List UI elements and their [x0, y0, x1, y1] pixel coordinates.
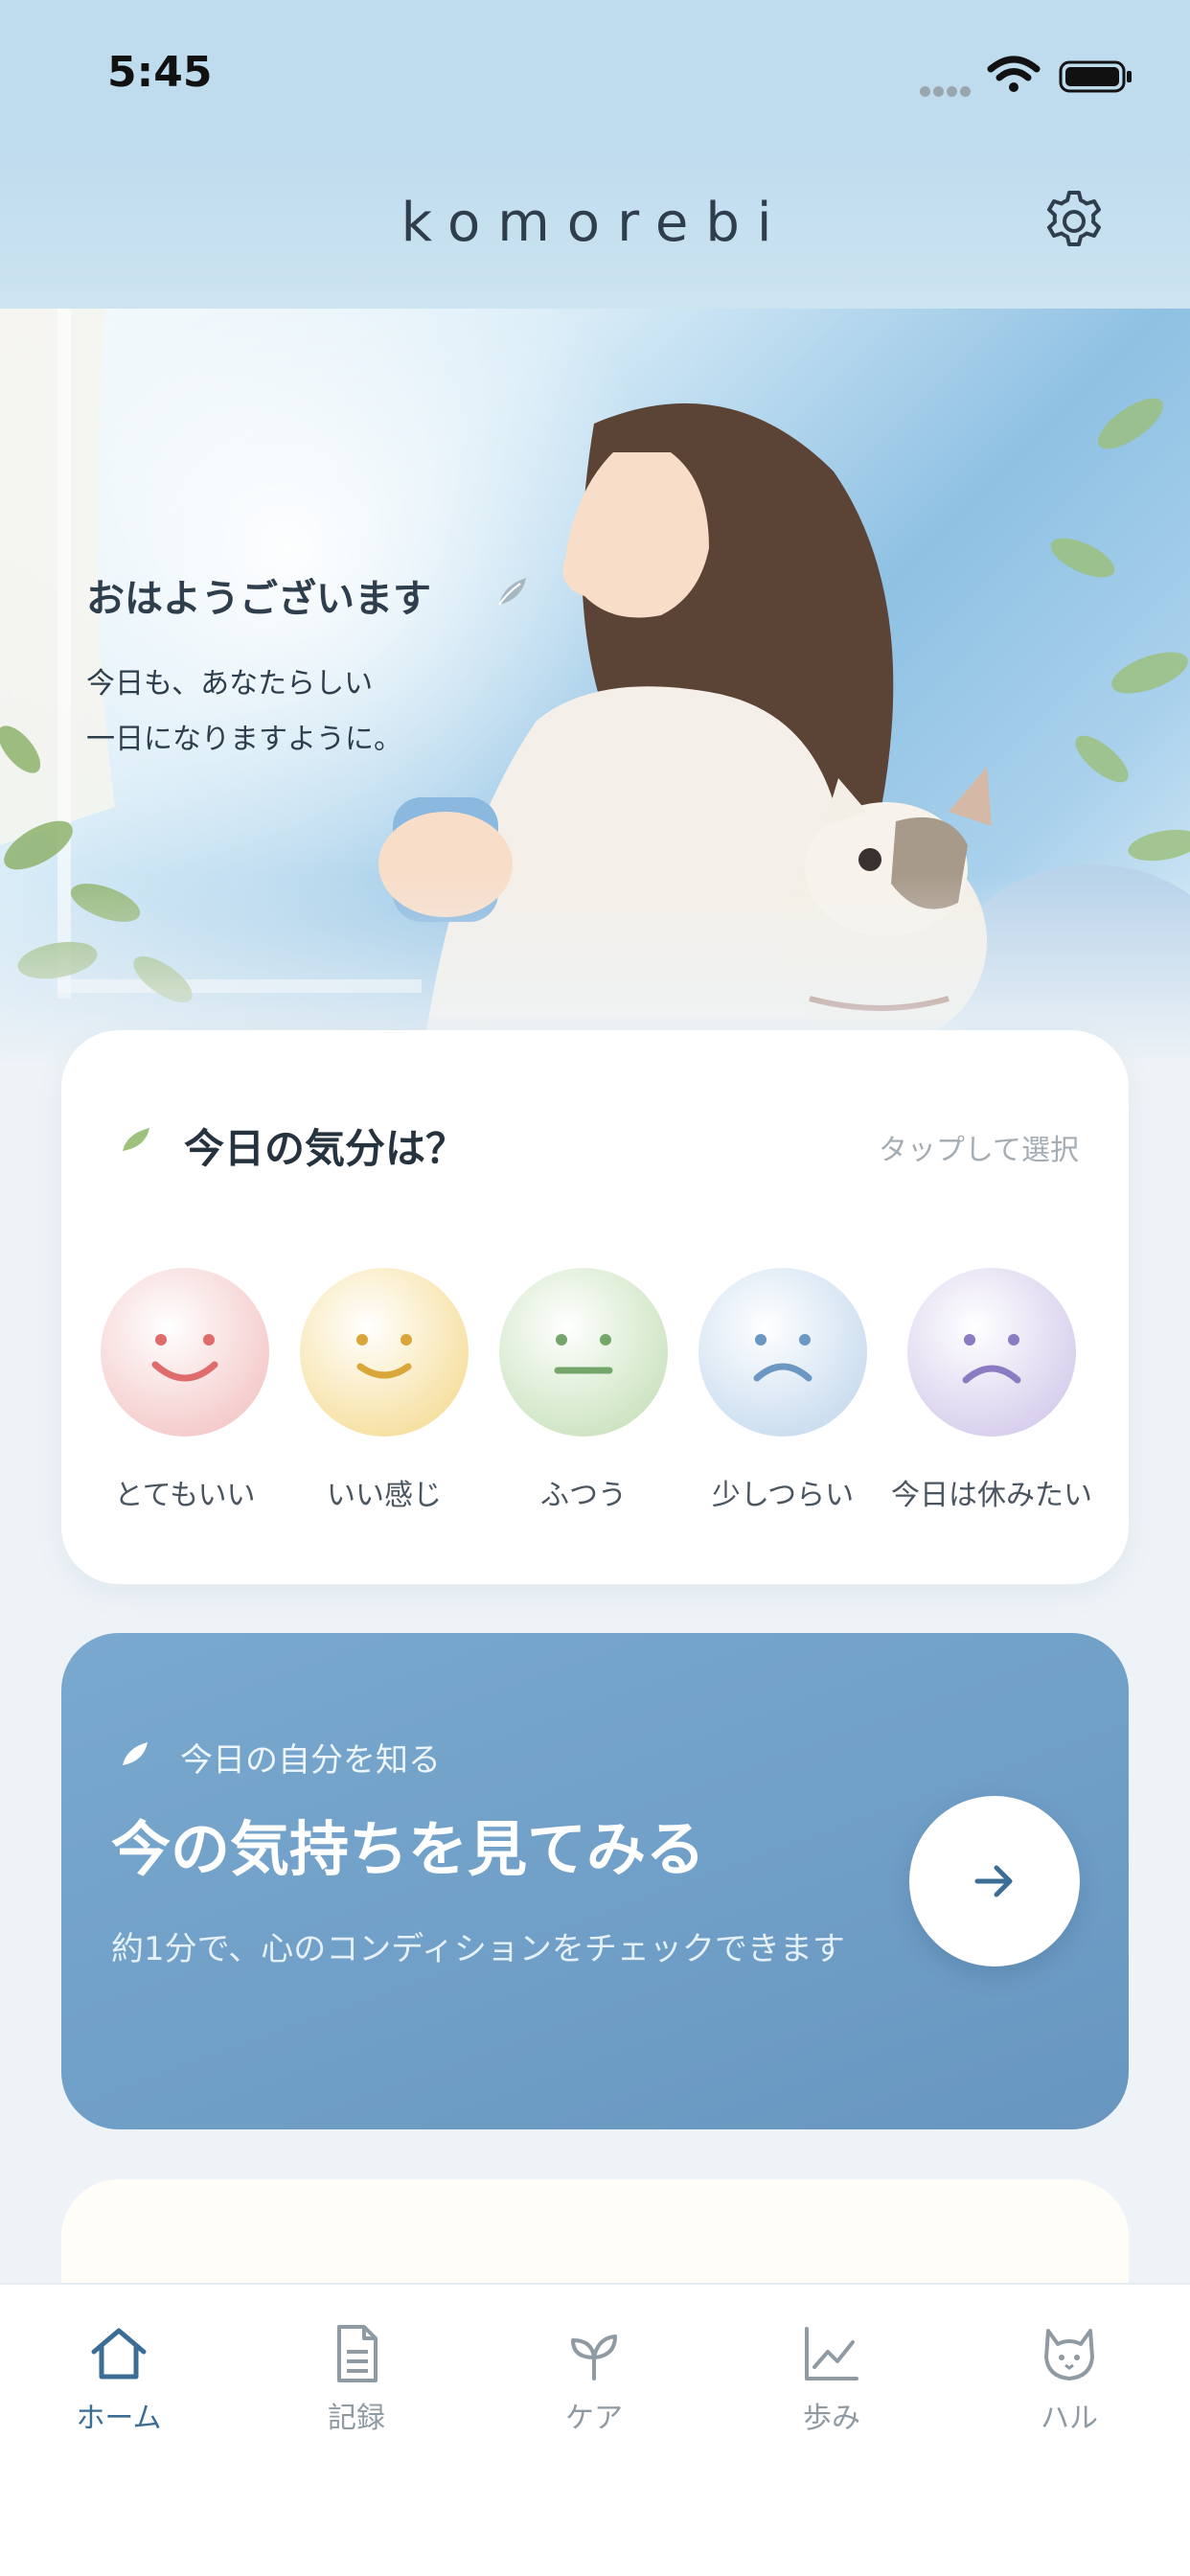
chart-icon: [805, 2327, 858, 2380]
settings-gear-icon[interactable]: [1040, 187, 1109, 256]
mood-title: 今日の気分は？: [184, 1125, 467, 1172]
mood-option-slightly-hard[interactable]: [696, 1265, 870, 1439]
mood-option-neutral[interactable]: [496, 1265, 671, 1439]
app-title: komorebi: [400, 192, 790, 254]
tab-record[interactable]: 記録: [238, 2285, 475, 2476]
tab-label: ハル: [1041, 2402, 1098, 2435]
mood-label: とてもいい: [114, 1479, 256, 1512]
leaf-icon: [123, 1742, 148, 1765]
hero-message-line2: 一日になりますように。: [86, 723, 402, 756]
tab-label: 記録: [328, 2402, 385, 2435]
mood-label: 少しつらい: [711, 1479, 855, 1512]
check-eyebrow: 今日の自分を知る: [180, 1741, 441, 1780]
smile-face-icon: [300, 1268, 469, 1437]
arrow-right-icon: [974, 1865, 1013, 1898]
mood-option-very-good[interactable]: [98, 1265, 272, 1439]
tab-label: ケア: [565, 2402, 623, 2435]
status-bar: 5:45: [0, 0, 1190, 153]
cat-icon: [1044, 2329, 1094, 2380]
mood-option-want-rest[interactable]: [904, 1265, 1079, 1439]
sad-face-icon: [907, 1268, 1076, 1437]
smile-face-icon: [101, 1268, 269, 1437]
check-description: 約1分で、心のコンディションをチェックできます: [111, 1930, 845, 1968]
battery-icon: [1059, 60, 1132, 93]
hero-message-line1: 今日も、あなたらしい: [86, 667, 374, 701]
mood-card: 今日の気分は？ タップして選択 とてもいい いい感じ ふつう 少しつらい 今日は…: [61, 1030, 1129, 1584]
start-check-button[interactable]: [909, 1796, 1080, 1966]
tab-progress[interactable]: 歩み: [713, 2285, 950, 2476]
mood-option-good[interactable]: [297, 1265, 471, 1439]
tab-care[interactable]: ケア: [475, 2285, 713, 2476]
neutral-face-icon: [499, 1268, 668, 1437]
mood-hint: タップして選択: [878, 1134, 1079, 1167]
tab-bar: ホーム 記録 ケア 歩み ハル: [0, 2283, 1190, 2576]
leaf-icon: [123, 1128, 149, 1151]
home-icon: [91, 2328, 147, 2380]
tab-home[interactable]: ホーム: [0, 2285, 238, 2476]
hero-greeting: おはようございます: [86, 577, 431, 621]
mood-label: 今日は休みたい: [891, 1479, 1092, 1512]
check-title: 今の気持ちを見てみる: [111, 1814, 706, 1884]
cellular-signal-icon: [920, 82, 973, 101]
status-time: 5:45: [107, 48, 213, 97]
wifi-icon: [987, 56, 1041, 92]
document-icon: [337, 2325, 378, 2382]
tab-label: 歩み: [803, 2402, 860, 2435]
mood-label: ふつう: [540, 1479, 627, 1512]
hero-illustration: おはようございます 今日も、あなたらしい 一日になりますように。: [0, 309, 1190, 1066]
tab-haru[interactable]: ハル: [950, 2285, 1188, 2476]
sprout-leaf-icon: [498, 578, 526, 606]
mood-check-card[interactable]: 今日の自分を知る 今の気持ちを見てみる 約1分で、心のコンディションをチェックで…: [61, 1633, 1129, 2129]
tab-label: ホーム: [76, 2402, 162, 2435]
app-header: komorebi: [0, 153, 1190, 309]
sprout-icon: [571, 2334, 617, 2380]
sad-face-icon: [698, 1268, 867, 1437]
mood-label: いい感じ: [327, 1479, 442, 1512]
